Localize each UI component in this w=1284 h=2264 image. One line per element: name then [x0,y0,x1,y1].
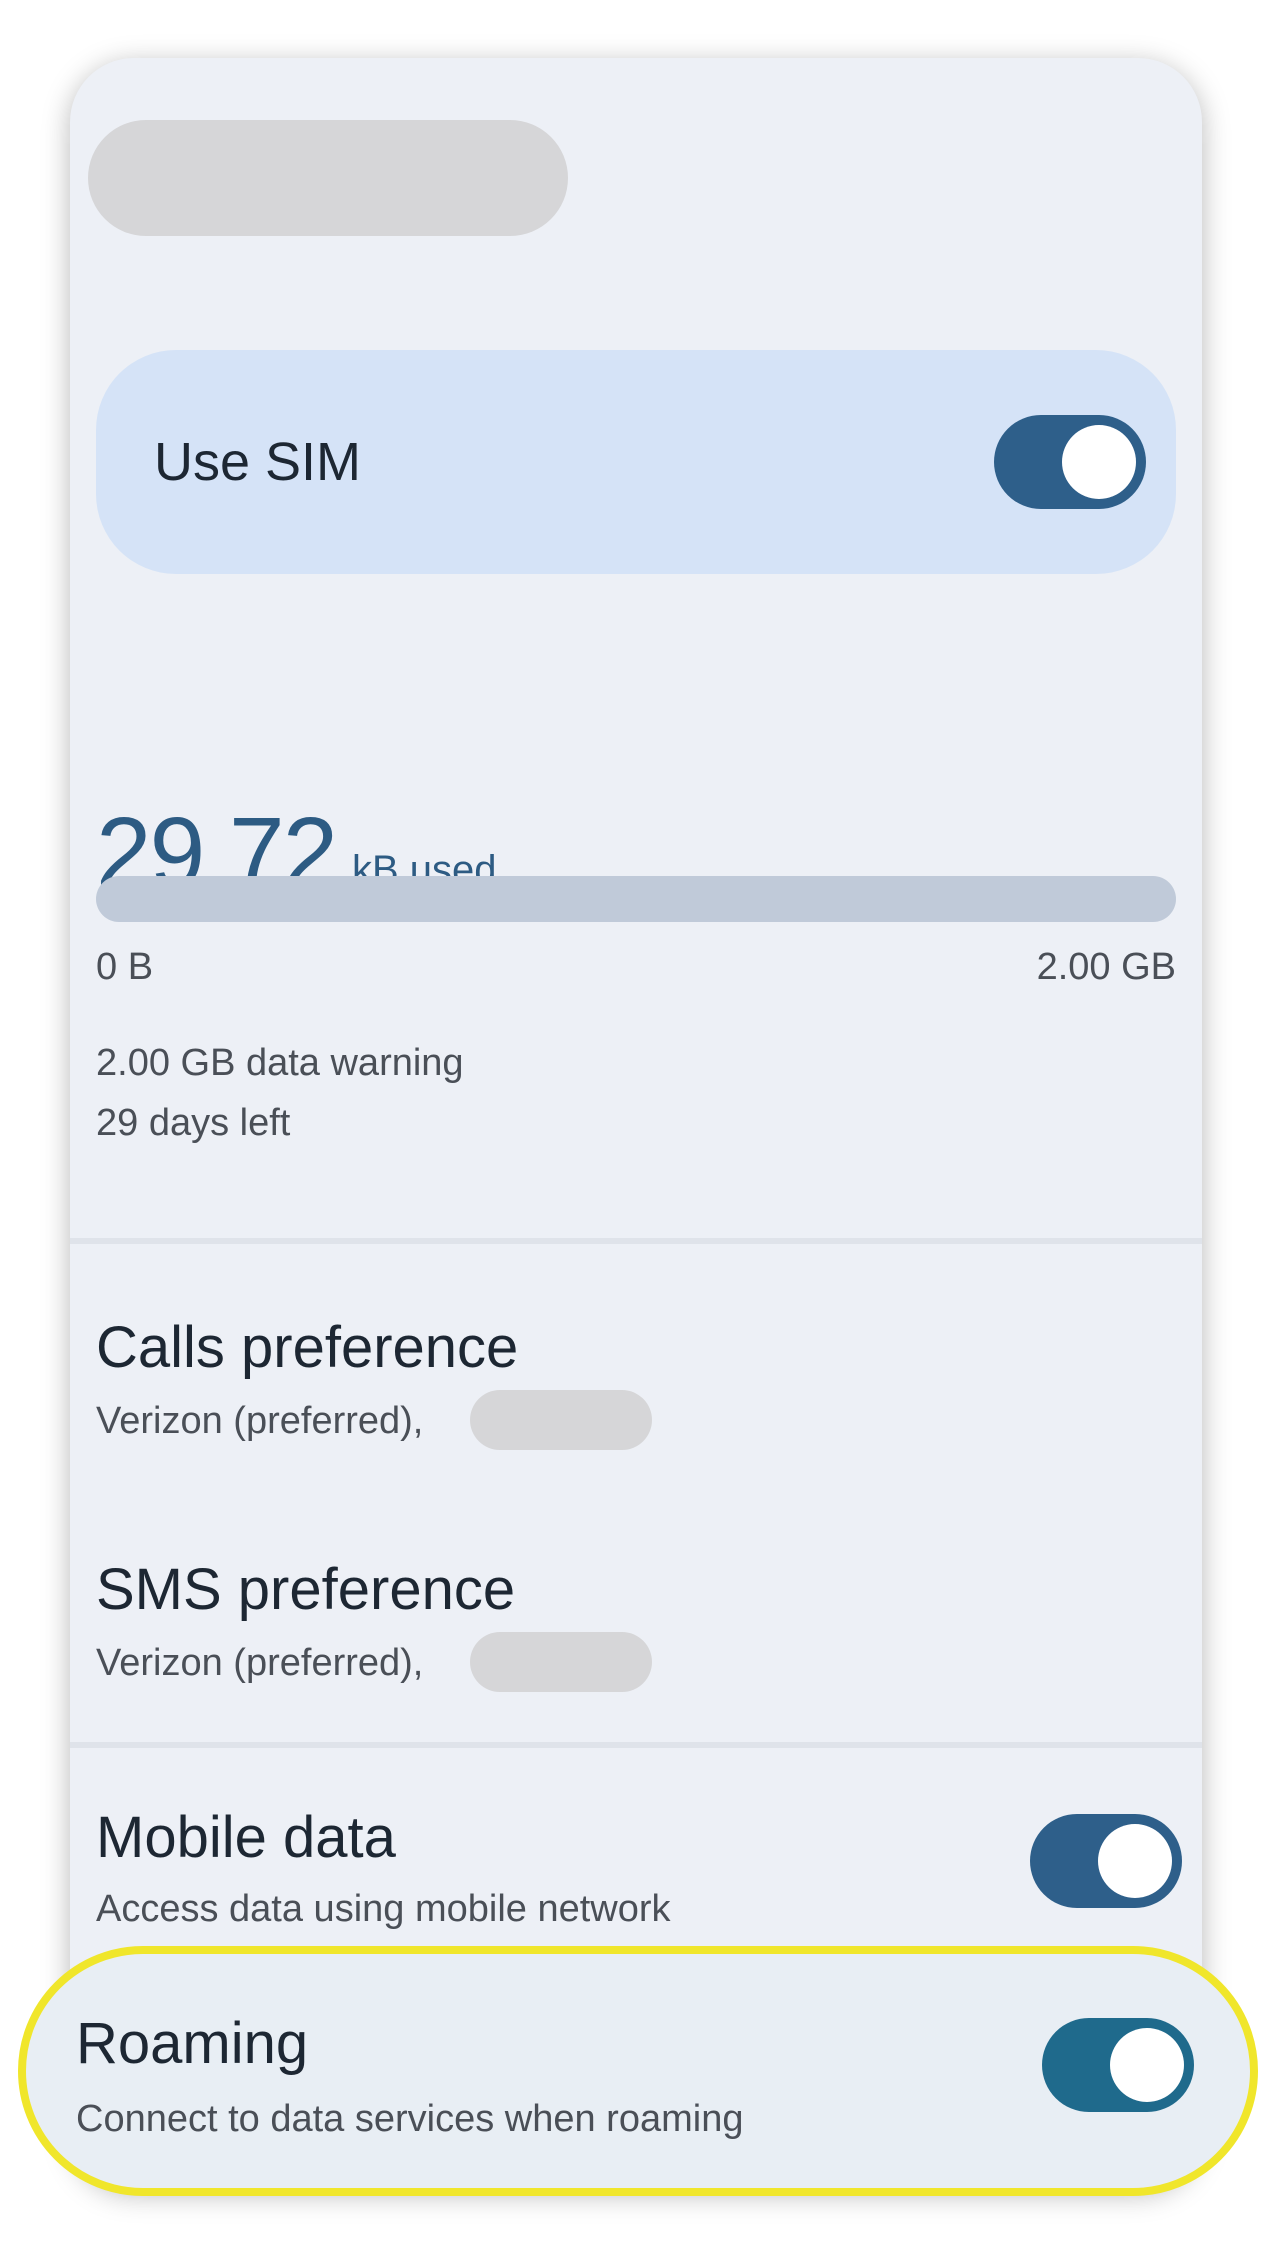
redacted-sms-carrier [470,1632,652,1692]
use-sim-toggle[interactable] [994,415,1146,509]
sms-preference-subtitle: Verizon (preferred), [96,1642,424,1684]
roaming-title: Roaming [76,2011,309,2076]
redacted-calls-carrier [470,1390,652,1450]
toggle-knob [1098,1824,1172,1898]
toggle-knob [1110,2028,1184,2102]
section-divider [70,1742,1202,1748]
redacted-title [88,120,568,236]
calls-preference-title[interactable]: Calls preference [96,1314,518,1381]
calls-preference-subtitle: Verizon (preferred), [96,1400,424,1442]
data-usage-bar [96,876,1176,922]
section-divider [70,1238,1202,1244]
usage-bar-min-label: 0 B [96,946,154,988]
use-sim-label: Use SIM [154,432,362,492]
mobile-data-subtitle: Access data using mobile network [96,1888,671,1930]
mobile-data-title[interactable]: Mobile data [96,1804,396,1871]
settings-screen: Use SIM 29.72 kB used 0 B 2.00 GB 2.00 G… [70,58,1202,2188]
roaming-subtitle: Connect to data services when roaming [76,2098,744,2140]
mobile-data-toggle[interactable] [1030,1814,1182,1908]
toggle-knob [1062,425,1136,499]
usage-bar-max-label: 2.00 GB [1036,946,1176,988]
use-sim-row[interactable]: Use SIM [96,350,1176,574]
sms-preference-title[interactable]: SMS preference [96,1556,515,1623]
roaming-toggle[interactable] [1042,2018,1194,2112]
data-warning-text: 2.00 GB data warning [96,1042,464,1084]
roaming-row-highlighted[interactable]: Roaming Connect to data services when ro… [18,1946,1258,2196]
days-left-text: 29 days left [96,1102,291,1144]
